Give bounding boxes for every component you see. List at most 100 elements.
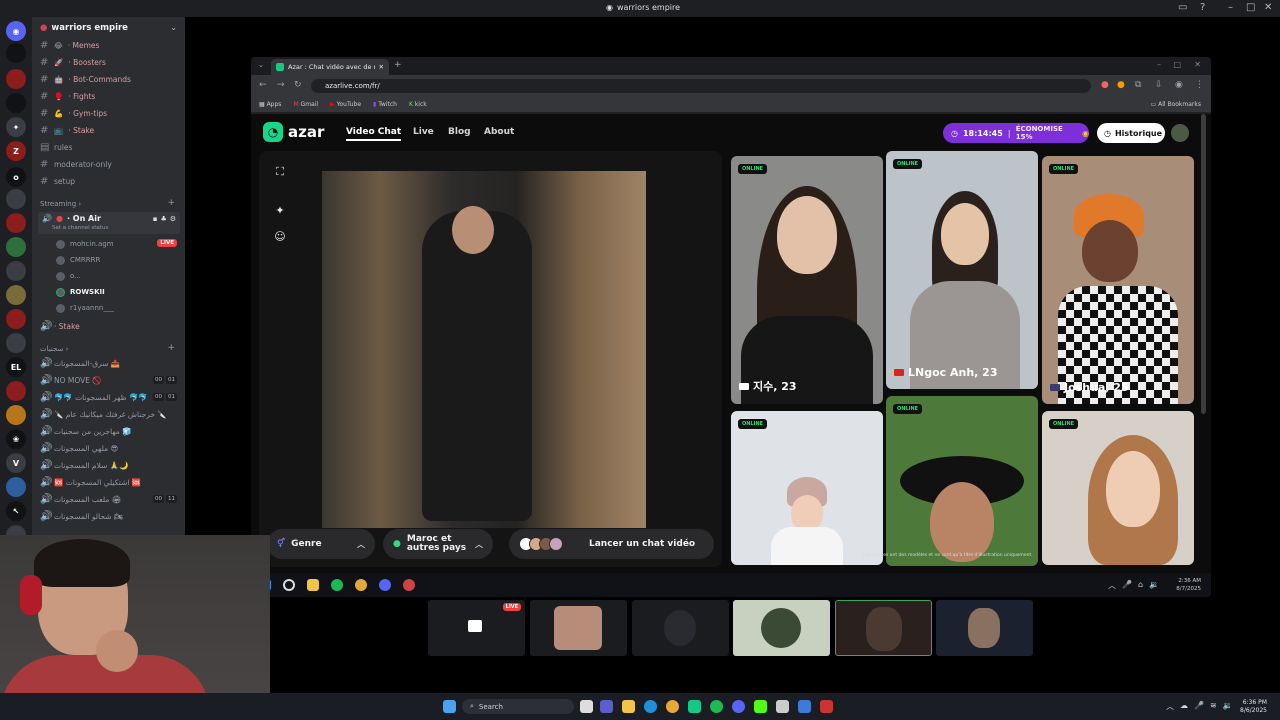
bookmark-gmail[interactable]: M Gmail [293, 101, 318, 108]
server-icon[interactable] [6, 309, 26, 329]
voice-user[interactable]: CMRRRR [56, 254, 100, 266]
wifi-icon[interactable]: ≋ [1210, 701, 1217, 712]
extension-icon[interactable]: ● [1101, 80, 1109, 90]
teams-icon[interactable] [600, 700, 613, 713]
add-channel-icon[interactable]: + [167, 343, 175, 353]
voice-channel-stake[interactable]: 🔊 · Stake [40, 320, 80, 333]
channel-bot-commands[interactable]: # 🤖 · Bot-Commands [40, 73, 131, 86]
folder-icon[interactable] [622, 700, 635, 713]
address-input[interactable]: azarlive.com/fr/ [311, 79, 1091, 93]
channel-memes[interactable]: # 😂 · Memes [40, 39, 99, 52]
stream-thumbnail[interactable] [835, 600, 932, 656]
category-arabic[interactable]: سجنيات › [40, 345, 68, 353]
azar-logo[interactable]: ◔ azar [263, 122, 324, 142]
effects-icon[interactable]: ✦ [273, 203, 287, 217]
minimize-button[interactable]: – [1228, 2, 1233, 13]
server-icon[interactable] [6, 405, 26, 425]
voice-channel[interactable]: 🔊 سرق-المسجونات 📤 [40, 357, 120, 370]
kick-icon[interactable] [754, 700, 767, 713]
promo-button[interactable]: ◷ 18:14:45 | ÉCONOMISE 15% ◉ [943, 123, 1089, 143]
voice-user[interactable]: r1yaannn___ [56, 302, 114, 314]
avatar[interactable] [1171, 124, 1189, 142]
close-button[interactable]: ✕ [1194, 60, 1201, 69]
close-tab-icon[interactable]: ✕ [379, 63, 384, 71]
discord-icon[interactable] [732, 700, 745, 713]
bookmark-apps[interactable]: ▦ Apps [259, 101, 281, 108]
new-tab-button[interactable]: + [394, 60, 402, 70]
server-icon[interactable] [6, 69, 26, 89]
minimize-button[interactable]: – [1157, 60, 1161, 69]
extensions-icon[interactable]: ⧉ [1135, 80, 1141, 90]
channel-gym-tips[interactable]: # 💪 · Gym-tips [40, 107, 107, 120]
back-icon[interactable]: ← [259, 80, 267, 90]
server-icon[interactable] [6, 189, 26, 209]
voice-channel[interactable]: 🔊 ملعب المسجونات 🏟 [40, 493, 121, 506]
server-icon[interactable]: EL [6, 357, 26, 377]
reload-icon[interactable]: ↻ [294, 80, 302, 90]
gender-filter[interactable]: ⚥ Genre ︿ [267, 529, 375, 559]
channel-fights[interactable]: # 🥊 · Fights [40, 90, 95, 103]
menu-icon[interactable]: ⋮ [1195, 80, 1204, 90]
server-icon[interactable]: o [6, 167, 26, 187]
folder-icon[interactable] [307, 579, 319, 591]
stream-thumbnail[interactable] [530, 600, 627, 656]
nav-blog[interactable]: Blog [448, 127, 471, 137]
fullscreen-icon[interactable]: ⛶ [273, 165, 287, 179]
bookmark-twitch[interactable]: ▮ Twitch [373, 101, 397, 108]
network-icon[interactable]: ⌂ [1138, 580, 1143, 591]
task-view-icon[interactable] [580, 700, 593, 713]
server-icon[interactable] [6, 93, 26, 113]
voice-channel[interactable]: 🔊 🔪 خرجناش غرفتك ميكانيك عام 🔪 [40, 408, 167, 421]
chevron-down-icon[interactable]: ⌄ [170, 23, 177, 32]
voice-channel[interactable]: 🔊 ملهي المسجونات 😎 [40, 442, 118, 455]
server-icon[interactable]: ↖ [6, 501, 26, 521]
voice-user[interactable]: mohcin.agm [56, 238, 114, 250]
server-icon[interactable] [6, 43, 26, 63]
add-channel-icon[interactable]: + [167, 198, 175, 208]
chrome-icon[interactable] [355, 579, 367, 591]
chrome-icon[interactable] [666, 700, 679, 713]
server-icon[interactable] [6, 477, 26, 497]
forward-icon[interactable]: → [277, 80, 285, 90]
voice-channel[interactable]: 🔊 سلام المسجونات 🙏🌙 [40, 459, 128, 472]
cloud-icon[interactable]: ☁ [1180, 701, 1188, 712]
app-icon[interactable] [688, 700, 701, 713]
server-icon[interactable]: Z [6, 141, 26, 161]
region-filter[interactable]: ● Maroc et autres pays ︿ [383, 529, 493, 559]
nav-video-chat[interactable]: Video Chat [346, 127, 402, 141]
start-video-chat-button[interactable]: Lancer un chat vidéo [509, 529, 714, 559]
server-icon[interactable] [6, 333, 26, 353]
stream-thumbnail[interactable]: LIVE [428, 600, 525, 656]
profile-card[interactable]: ONLINE [1042, 411, 1194, 565]
voice-channel-on-air[interactable]: 🔊 ● · On Air Set a channel status ▪ ♣ ⚙ [38, 212, 180, 234]
tab-search-icon[interactable]: ⌄ [258, 61, 264, 69]
inbox-icon[interactable]: ▭ [1178, 2, 1187, 13]
voice-channel[interactable]: 🔊 شحالو المسجونات 🏍 [40, 510, 123, 523]
profile-card[interactable]: ONLINE LNgoc Anh, 23 [886, 151, 1038, 389]
app-icon[interactable] [403, 579, 415, 591]
all-bookmarks[interactable]: ▭ All Bookmarks [1151, 101, 1201, 108]
help-icon[interactable]: ? [1200, 2, 1205, 13]
nav-about[interactable]: About [484, 127, 514, 137]
channel-boosters[interactable]: # 🚀 · Boosters [40, 56, 106, 69]
channel-stake[interactable]: # 📺 · Stake [40, 124, 94, 137]
category-streaming[interactable]: Streaming › [40, 200, 81, 208]
profile-icon[interactable]: ◉ [1175, 80, 1183, 90]
server-name[interactable]: ● warriors empire [40, 23, 128, 33]
maximize-button[interactable]: □ [1246, 2, 1255, 13]
profile-card[interactable]: ONLINE 지수, 23 [731, 156, 883, 404]
server-icon[interactable] [6, 213, 26, 233]
spotify-icon[interactable] [331, 579, 343, 591]
invite-icon[interactable]: ♣ [160, 215, 166, 223]
stream-thumbnail[interactable] [936, 600, 1033, 656]
search-input[interactable]: ⌕ Search [462, 699, 574, 714]
home-icon[interactable]: ◉ [6, 21, 26, 41]
stream-thumbnail[interactable] [733, 600, 830, 656]
server-icon[interactable] [6, 285, 26, 305]
channel-moderator-only[interactable]: # moderator-only [40, 158, 112, 171]
app-icon[interactable] [820, 700, 833, 713]
channel-rules[interactable]: ▤ rules [40, 141, 72, 154]
server-icon[interactable] [6, 237, 26, 257]
chevron-up-icon[interactable]: ︿ [1166, 701, 1174, 712]
bookmark-kick[interactable]: K kick [409, 101, 427, 108]
